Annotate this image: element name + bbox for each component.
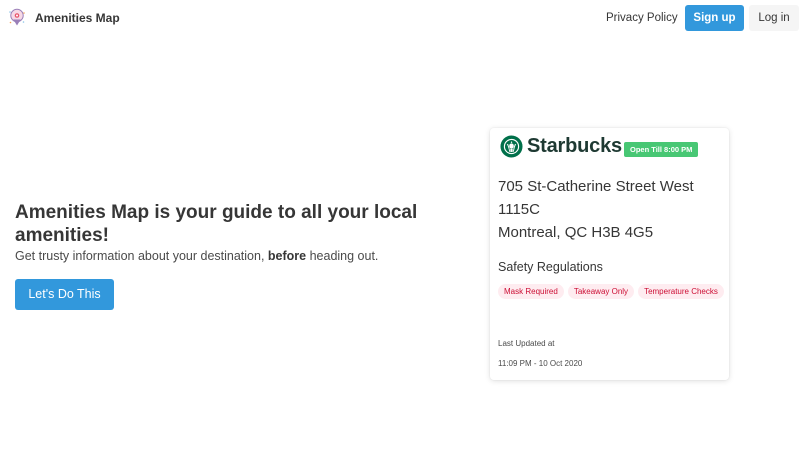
amenity-card: Starbucks Open Till 8:00 PM 705 St-Cathe… [490,128,729,380]
open-status-badge: Open Till 8:00 PM [624,142,699,157]
tag-temperature-checks: Temperature Checks [638,284,724,299]
navbar: Amenities Map Privacy Policy Sign up Log… [0,0,806,36]
brand[interactable]: Amenities Map [8,8,120,28]
hero-subtitle-end: heading out. [306,249,379,263]
last-updated-label: Last Updated at [498,339,555,348]
map-pin-icon [9,8,25,26]
sign-up-button[interactable]: Sign up [685,5,744,31]
lets-do-this-button[interactable]: Let's Do This [15,279,114,310]
last-updated-value: 11:09 PM - 10 Oct 2020 [498,359,583,368]
tag-mask-required: Mask Required [498,284,564,299]
safety-regulations-title: Safety Regulations [498,260,603,274]
place-name: Starbucks [527,135,622,157]
brand-title: Amenities Map [35,11,120,25]
hero-subtitle-start: Get trusty information about your destin… [15,249,268,263]
hero-subtitle-bold: before [267,249,307,263]
starbucks-logo-icon [500,135,523,158]
log-in-button[interactable]: Log in [749,5,799,31]
privacy-policy-link[interactable]: Privacy Policy [606,10,678,26]
address-line-2: 1115C [498,201,540,218]
hero-title: Amenities Map is your guide to all your … [15,202,418,246]
safety-tags: Mask Required Takeaway Only Temperature … [498,284,728,299]
address-line-3: Montreal, QC H3B 4G5 [498,224,654,241]
tag-takeaway-only: Takeaway Only [567,284,635,299]
hero-subtitle: Get trusty information about your destin… [15,247,378,265]
address-line-1: 705 St-Catherine Street West [498,178,694,195]
